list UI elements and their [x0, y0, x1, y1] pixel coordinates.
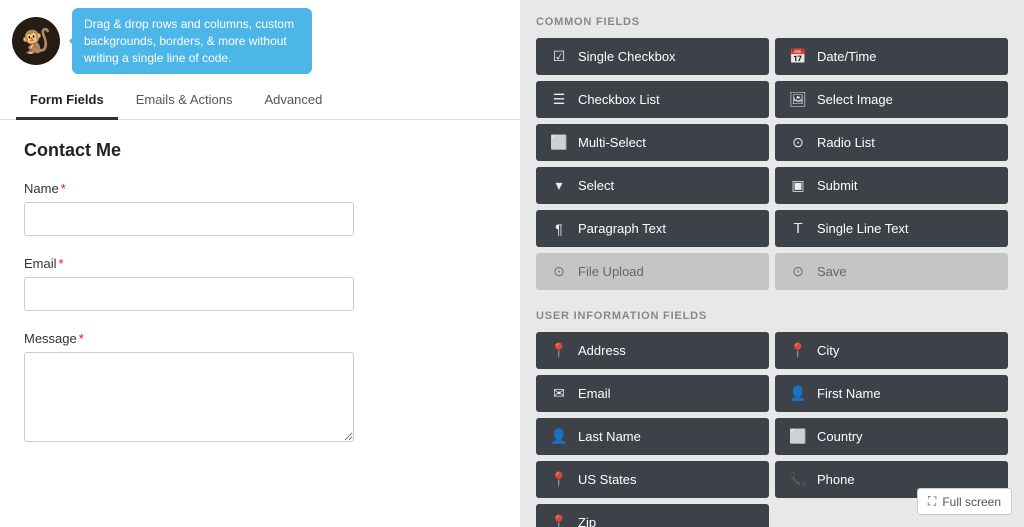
left-panel: 🐒 Drag & drop rows and columns, custom b… — [0, 0, 520, 527]
tab-emails-actions[interactable]: Emails & Actions — [122, 82, 247, 120]
radio-icon: ⊙ — [789, 134, 807, 151]
email-button[interactable]: ✉ Email — [536, 375, 769, 412]
message-label: Message* — [24, 331, 496, 346]
city-icon: 📍 — [789, 342, 807, 359]
multi-select-button[interactable]: ⬜ Multi-Select — [536, 124, 769, 161]
us-states-button[interactable]: 📍 US States — [536, 461, 769, 498]
email-icon: ✉ — [550, 385, 568, 402]
file-upload-icon: ⊙ — [550, 263, 568, 280]
submit-icon: ▣ — [789, 177, 807, 194]
name-input[interactable] — [24, 202, 354, 236]
last-name-button[interactable]: 👤 Last Name — [536, 418, 769, 455]
save-icon: ⊙ — [789, 263, 807, 280]
checkbox-icon: ☑ — [550, 48, 568, 65]
checkbox-list-button[interactable]: ☰ Checkbox List — [536, 81, 769, 118]
save-button[interactable]: ⊙ Save — [775, 253, 1008, 290]
multi-select-icon: ⬜ — [550, 134, 568, 151]
city-button[interactable]: 📍 City — [775, 332, 1008, 369]
email-label: Email* — [24, 256, 496, 271]
date-time-button[interactable]: 📅 Date/Time — [775, 38, 1008, 75]
tabs-bar: Form Fields Emails & Actions Advanced — [0, 82, 520, 120]
logo-icon: 🐒 — [12, 17, 60, 65]
message-input[interactable] — [24, 352, 354, 442]
email-field-group: Email* — [24, 256, 496, 311]
submit-button[interactable]: ▣ Submit — [775, 167, 1008, 204]
single-line-text-button[interactable]: 𝖳 Single Line Text — [775, 210, 1008, 247]
phone-icon: 📞 — [789, 471, 807, 488]
fullscreen-button[interactable]: ⛶ Full screen — [917, 488, 1012, 515]
paragraph-text-button[interactable]: ¶ Paragraph Text — [536, 210, 769, 247]
us-states-icon: 📍 — [550, 471, 568, 488]
list-icon: ☰ — [550, 91, 568, 108]
tab-advanced[interactable]: Advanced — [251, 82, 337, 120]
select-icon: ▾ — [550, 177, 568, 194]
first-name-button[interactable]: 👤 First Name — [775, 375, 1008, 412]
country-icon: ⬜ — [789, 428, 807, 445]
name-field-group: Name* — [24, 181, 496, 236]
email-input[interactable] — [24, 277, 354, 311]
top-bar: 🐒 Drag & drop rows and columns, custom b… — [0, 0, 520, 82]
name-label: Name* — [24, 181, 496, 196]
tab-form-fields[interactable]: Form Fields — [16, 82, 118, 120]
address-button[interactable]: 📍 Address — [536, 332, 769, 369]
file-upload-button[interactable]: ⊙ File Upload — [536, 253, 769, 290]
tooltip-text: Drag & drop rows and columns, custom bac… — [84, 17, 294, 65]
form-title: Contact Me — [24, 140, 496, 161]
fullscreen-icon: ⛶ — [928, 494, 936, 509]
common-fields-grid: ☑ Single Checkbox 📅 Date/Time ☰ Checkbox… — [536, 38, 1008, 290]
common-fields-title: COMMON FIELDS — [536, 16, 1008, 28]
single-checkbox-button[interactable]: ☑ Single Checkbox — [536, 38, 769, 75]
country-button[interactable]: ⬜ Country — [775, 418, 1008, 455]
image-icon: 🖼 — [789, 91, 807, 108]
message-field-group: Message* — [24, 331, 496, 445]
address-icon: 📍 — [550, 342, 568, 359]
form-content: Contact Me Name* Email* Message* — [0, 120, 520, 527]
select-image-button[interactable]: 🖼 Select Image — [775, 81, 1008, 118]
zip-button[interactable]: 📍 Zip — [536, 504, 769, 527]
last-name-icon: 👤 — [550, 428, 568, 445]
logo-area: 🐒 — [12, 17, 60, 65]
right-panel: COMMON FIELDS ☑ Single Checkbox 📅 Date/T… — [520, 0, 1024, 527]
calendar-icon: 📅 — [789, 48, 807, 65]
text-icon: 𝖳 — [789, 220, 807, 237]
zip-icon: 📍 — [550, 514, 568, 527]
person-icon: 👤 — [789, 385, 807, 402]
select-button[interactable]: ▾ Select — [536, 167, 769, 204]
tooltip-bubble: Drag & drop rows and columns, custom bac… — [72, 8, 312, 74]
paragraph-icon: ¶ — [550, 221, 568, 237]
radio-list-button[interactable]: ⊙ Radio List — [775, 124, 1008, 161]
user-fields-title: USER INFORMATION FIELDS — [536, 310, 1008, 322]
